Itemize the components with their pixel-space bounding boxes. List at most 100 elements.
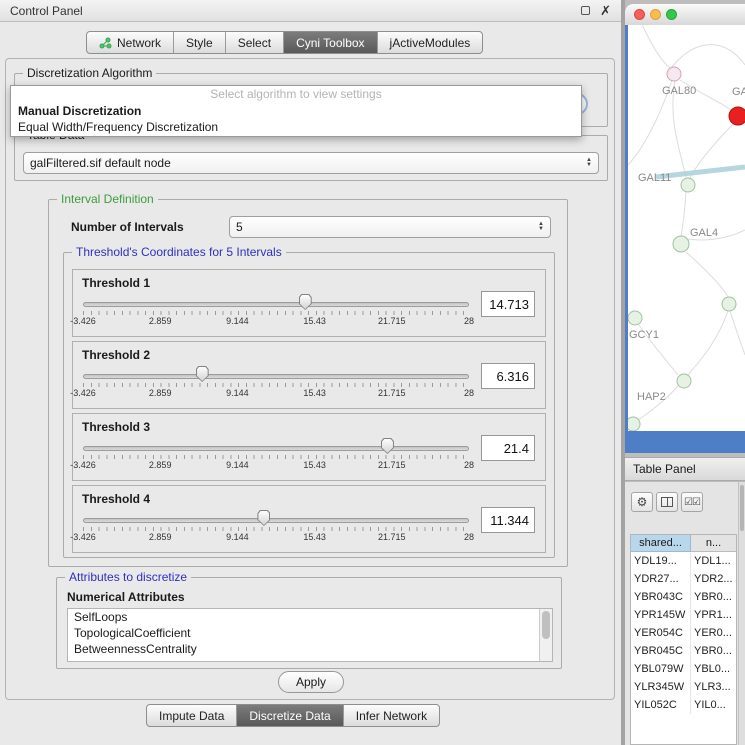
tab-style[interactable]: Style	[174, 32, 226, 53]
number-of-intervals-combobox[interactable]: 5 ▲▼	[229, 216, 551, 238]
table-panel: ⚙ ☑☑ shared... n... YDL19...YDL1... YDR2…	[625, 482, 745, 745]
numerical-attributes-list: SelfLoops TopologicalCoefficient Between…	[67, 608, 553, 662]
control-panel-titlebar: Control Panel ✗	[0, 0, 621, 22]
table-row[interactable]: YDL19...YDL1...	[631, 552, 736, 570]
tab-select[interactable]: Select	[226, 32, 284, 53]
threshold-1-label: Threshold 1	[82, 276, 150, 290]
table-row[interactable]: YDR27...YDR2...	[631, 570, 736, 588]
table-row[interactable]: YER054CYER0...	[631, 624, 736, 642]
combo-stepper-icon: ▲▼	[586, 158, 592, 168]
dropdown-option-manual-discretization[interactable]: Manual Discretization	[11, 103, 581, 119]
table-panel-scrollbar[interactable]	[738, 482, 745, 745]
table-data-combobox[interactable]: galFiltered.sif default node ▲▼	[23, 152, 599, 174]
table-settings-button[interactable]: ⚙	[631, 492, 653, 512]
threshold-3-box: Threshold 3 -3.426 2.859 9.144 15.43 21.…	[72, 413, 546, 481]
table-data-selected: galFiltered.sif default node	[30, 156, 586, 170]
table-panel-toolbar: ⚙ ☑☑	[631, 492, 703, 512]
tab-network[interactable]: Network	[87, 32, 174, 53]
panel-title: Control Panel	[10, 4, 581, 18]
tab-discretize-data[interactable]: Discretize Data	[237, 705, 343, 726]
slider-track[interactable]	[83, 374, 469, 379]
node-label-hap2: HAP2	[637, 391, 666, 403]
tab-infer-network[interactable]: Infer Network	[344, 705, 439, 726]
node-label-gal11: GAL11	[638, 172, 671, 184]
close-traffic-light-icon[interactable]	[634, 9, 645, 20]
node-label-ga-clipped: GA	[732, 86, 745, 98]
threshold-2-box: Threshold 2 -3.426 2.859 9.144 15.43 21.…	[72, 341, 546, 409]
threshold-2-value-field[interactable]	[481, 363, 535, 389]
threshold-3-value-field[interactable]	[481, 435, 535, 461]
node-label-gcy1: GCY1	[629, 329, 659, 341]
combo-stepper-icon: ▲▼	[538, 222, 544, 232]
list-item-betweennesscentrality[interactable]: BetweennessCentrality	[68, 641, 552, 657]
list-item-selfloops[interactable]: SelfLoops	[68, 609, 552, 625]
tab-jactivemodules[interactable]: jActiveModules	[378, 32, 483, 53]
threshold-3-label: Threshold 3	[82, 420, 150, 434]
table-row[interactable]: YPR145WYPR1...	[631, 606, 736, 624]
table-data-group: Table Data galFiltered.sif default node …	[14, 135, 608, 181]
tab-cyni-toolbox[interactable]: Cyni Toolbox	[284, 32, 377, 53]
apply-button[interactable]: Apply	[278, 671, 344, 693]
select-all-columns-button[interactable]: ☑☑	[681, 492, 703, 512]
table-row[interactable]: YIL052CYIL0...	[631, 696, 736, 714]
interval-definition-group: Interval Definition Number of Intervals …	[48, 199, 568, 567]
show-columns-button[interactable]	[656, 492, 678, 512]
slider-thumb[interactable]	[299, 294, 312, 310]
node-table: shared... n... YDL19...YDL1... YDR27...Y…	[630, 534, 737, 745]
slider-track[interactable]	[83, 446, 469, 451]
gear-icon: ⚙	[637, 495, 648, 509]
cyni-toolbox-panel: Discretization Algorithm ▲▼ Select algor…	[5, 58, 615, 700]
table-panel-header: Table Panel	[625, 457, 745, 481]
top-tab-bar: Network Style Select Cyni Toolbox jActiv…	[86, 31, 483, 54]
scrollbar-thumb[interactable]	[740, 485, 744, 531]
threshold-4-slider[interactable]: -3.426 2.859 9.144 15.43 21.715 28	[83, 510, 469, 548]
zoom-traffic-light-icon[interactable]	[666, 9, 677, 20]
slider-ticks	[83, 527, 469, 531]
slider-thumb[interactable]	[196, 366, 209, 382]
algorithm-dropdown-popup: Select algorithm to view settings Manual…	[10, 85, 582, 137]
column-header-shared-name[interactable]: shared...	[631, 535, 691, 552]
table-row[interactable]: YLR345WYLR3...	[631, 678, 736, 696]
network-window-titlebar[interactable]	[625, 4, 745, 25]
columns-icon	[661, 497, 673, 507]
threshold-1-value-field[interactable]	[481, 291, 535, 317]
slider-thumb[interactable]	[381, 438, 394, 454]
attributes-group: Attributes to discretize Numerical Attri…	[56, 577, 562, 669]
node-label-gal4: GAL4	[690, 227, 718, 239]
algorithm-placeholder: Select algorithm to view settings	[11, 86, 581, 103]
attributes-group-title: Attributes to discretize	[65, 570, 191, 584]
scrollbar-thumb[interactable]	[542, 611, 550, 639]
table-row[interactable]: YBR045CYBR0...	[631, 642, 736, 660]
interval-definition-group-title: Interval Definition	[57, 192, 158, 206]
float-window-icon[interactable]	[581, 6, 590, 15]
list-item-topologicalcoefficient[interactable]: TopologicalCoefficient	[68, 625, 552, 641]
attributes-list-scrollbar[interactable]	[539, 609, 552, 661]
tab-impute-data[interactable]: Impute Data	[147, 705, 237, 726]
dropdown-option-equal-width[interactable]: Equal Width/Frequency Discretization	[11, 119, 581, 135]
threshold-3-slider[interactable]: -3.426 2.859 9.144 15.43 21.715 28	[83, 438, 469, 476]
number-of-intervals-label: Number of Intervals	[71, 220, 184, 234]
network-canvas[interactable]: GAL80 GA GAL11 GAL4 GCY1 HAP2	[628, 25, 745, 431]
threshold-4-label: Threshold 4	[82, 492, 150, 506]
threshold-1-slider[interactable]: -3.426 2.859 9.144 15.43 21.715 28	[83, 294, 469, 332]
slider-track[interactable]	[83, 518, 469, 523]
slider-thumb[interactable]	[257, 510, 270, 526]
numerical-attributes-label: Numerical Attributes	[67, 590, 185, 604]
slider-ticks	[83, 383, 469, 387]
minimize-traffic-light-icon[interactable]	[650, 9, 661, 20]
column-header-name[interactable]: n...	[691, 535, 736, 552]
network-icon	[99, 37, 112, 49]
slider-track[interactable]	[83, 302, 469, 307]
threshold-4-box: Threshold 4 -3.426 2.859 9.144 15.43 21.…	[72, 485, 546, 553]
threshold-2-label: Threshold 2	[82, 348, 150, 362]
close-icon[interactable]: ✗	[600, 4, 611, 17]
slider-ticks	[83, 311, 469, 315]
table-row[interactable]: YBL079WYBL0...	[631, 660, 736, 678]
threshold-4-value-field[interactable]	[481, 507, 535, 533]
control-panel: Control Panel ✗ Network Style Select Cyn…	[0, 0, 621, 745]
threshold-1-box: Threshold 1 -3.426 2.859 9.144 15.43 21.…	[72, 269, 546, 337]
table-row[interactable]: YBR043CYBR0...	[631, 588, 736, 606]
thresholds-group: Threshold's Coordinates for 5 Intervals …	[63, 252, 555, 558]
threshold-2-slider[interactable]: -3.426 2.859 9.144 15.43 21.715 28	[83, 366, 469, 404]
thresholds-group-title: Threshold's Coordinates for 5 Intervals	[72, 245, 286, 259]
